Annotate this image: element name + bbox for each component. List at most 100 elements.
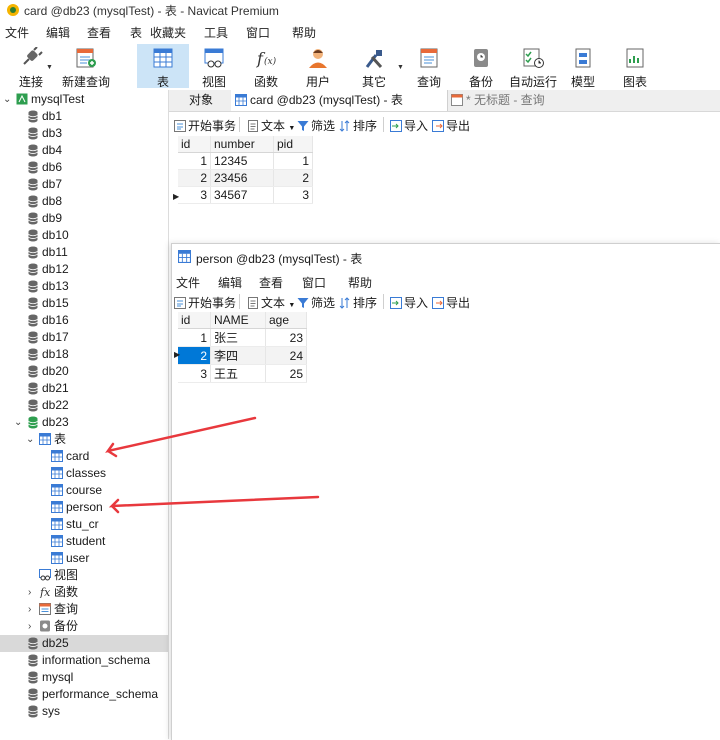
export-button[interactable]: 导出 <box>432 117 470 134</box>
table-row[interactable]: 3 34567 3 <box>178 186 313 204</box>
tree-db-db9[interactable]: db9 <box>0 210 168 227</box>
text-view-button[interactable]: 文本 ▼ <box>247 117 295 134</box>
tab-card-table[interactable]: card @db23 (mysqlTest) - 表 <box>231 90 448 111</box>
chart-button[interactable]: 图表 <box>612 44 658 89</box>
menu-favorites[interactable]: 收藏夹 <box>150 24 186 41</box>
expand-chevron-icon[interactable]: › <box>28 584 31 601</box>
collapse-chevron-icon[interactable]: ⌄ <box>14 414 22 431</box>
tree-db-information_schema[interactable]: information_schema <box>0 652 168 669</box>
tree-db-mysql[interactable]: mysql <box>0 669 168 686</box>
tree-db-db23[interactable]: ⌄ db23 <box>0 414 168 431</box>
begin-transaction-button[interactable]: 开始事务 <box>174 117 236 134</box>
column-header-age[interactable]: age <box>265 312 307 329</box>
menu-table[interactable]: 表 <box>130 24 142 41</box>
tree-db-db7[interactable]: db7 <box>0 176 168 193</box>
tree-db-db10[interactable]: db10 <box>0 227 168 244</box>
table-row[interactable]: 2 23456 2 <box>178 169 313 187</box>
table-cell[interactable]: 25 <box>265 364 307 383</box>
connect-dropdown-icon[interactable]: ▼ <box>46 64 53 71</box>
backup-button[interactable]: 备份 <box>458 44 504 89</box>
table-cell[interactable]: 23 <box>265 328 307 347</box>
tree-db-db8[interactable]: db8 <box>0 193 168 210</box>
collapse-chevron-icon[interactable]: ⌄ <box>3 91 11 108</box>
tree-views-folder[interactable]: 视图 <box>0 567 168 584</box>
column-header-id[interactable]: id <box>178 312 211 329</box>
tree-db-performance_schema[interactable]: performance_schema <box>0 686 168 703</box>
menu-window[interactable]: 窗口 <box>246 24 270 41</box>
collapse-chevron-icon[interactable]: ⌄ <box>26 431 34 448</box>
table-cell[interactable]: 24 <box>265 346 307 365</box>
user-button[interactable]: 用户 <box>295 44 341 89</box>
import-button[interactable]: 导入 <box>390 294 428 311</box>
tree-db-db17[interactable]: db17 <box>0 329 168 346</box>
table-cell[interactable]: 34567 <box>210 186 274 204</box>
new-query-button[interactable]: 新建查询 <box>60 44 112 89</box>
text-dropdown-icon[interactable]: ▼ <box>288 302 295 309</box>
table-cell[interactable]: 3 <box>178 186 211 204</box>
table-cell[interactable]: 2 <box>178 346 211 365</box>
menu-file[interactable]: 文件 <box>5 24 29 41</box>
view-button[interactable]: 视图 <box>191 44 237 89</box>
sort-button[interactable]: 排序 <box>339 117 377 134</box>
tree-db-db1[interactable]: db1 <box>0 108 168 125</box>
export-button[interactable]: 导出 <box>432 294 470 311</box>
table-row[interactable]: 1 张三 23 <box>178 328 307 347</box>
table-cell[interactable]: 2 <box>178 169 211 187</box>
table-cell[interactable]: 1 <box>178 152 211 170</box>
other-dropdown-icon[interactable]: ▼ <box>397 64 404 71</box>
table-cell[interactable]: 张三 <box>210 328 266 347</box>
other-button[interactable]: 其它 <box>351 44 397 89</box>
table-cell[interactable]: 1 <box>178 328 211 347</box>
tree-db-db25[interactable]: db25 <box>0 635 168 652</box>
filter-button[interactable]: 筛选 <box>297 294 335 311</box>
tree-tables-folder[interactable]: ⌄ 表 <box>0 431 168 448</box>
model-button[interactable]: 模型 <box>560 44 606 89</box>
begin-transaction-button[interactable]: 开始事务 <box>174 294 236 311</box>
column-header-pid[interactable]: pid <box>273 136 313 153</box>
table-row[interactable]: 1 12345 1 <box>178 152 313 170</box>
tree-db-db6[interactable]: db6 <box>0 159 168 176</box>
menu-edit[interactable]: 编辑 <box>46 24 70 41</box>
tree-db-db16[interactable]: db16 <box>0 312 168 329</box>
tree-table-stu_cr[interactable]: stu_cr <box>0 516 168 533</box>
tree-table-card[interactable]: card <box>0 448 168 465</box>
tree-table-classes[interactable]: classes <box>0 465 168 482</box>
tree-db-db13[interactable]: db13 <box>0 278 168 295</box>
tree-db-db15[interactable]: db15 <box>0 295 168 312</box>
query-button[interactable]: 查询 <box>406 44 452 89</box>
column-header-number[interactable]: number <box>210 136 274 153</box>
tree-backups-folder[interactable]: › 备份 <box>0 618 168 635</box>
tab-untitled-query[interactable]: * 无标题 - 查询 <box>451 90 641 111</box>
tree-table-user[interactable]: user <box>0 550 168 567</box>
tree-table-course[interactable]: course <box>0 482 168 499</box>
tree-db-db22[interactable]: db22 <box>0 397 168 414</box>
table-cell[interactable]: 2 <box>273 169 313 187</box>
table-cell[interactable]: 12345 <box>210 152 274 170</box>
tree-queries-folder[interactable]: › 查询 <box>0 601 168 618</box>
menu-view[interactable]: 查看 <box>259 274 283 291</box>
automation-button[interactable]: 自动运行 <box>508 44 558 89</box>
menu-file[interactable]: 文件 <box>176 274 200 291</box>
table-button[interactable]: 表 <box>137 44 189 89</box>
import-button[interactable]: 导入 <box>390 117 428 134</box>
expand-chevron-icon[interactable]: › <box>28 618 31 635</box>
text-dropdown-icon[interactable]: ▼ <box>288 125 295 132</box>
table-cell[interactable]: 李四 <box>210 346 266 365</box>
tree-db-db12[interactable]: db12 <box>0 261 168 278</box>
filter-button[interactable]: 筛选 <box>297 117 335 134</box>
menu-view[interactable]: 查看 <box>87 24 111 41</box>
table-row[interactable]: 3 王五 25 <box>178 364 307 383</box>
tree-connection-mysqltest[interactable]: ⌄ mysqlTest <box>0 91 168 108</box>
table-cell[interactable]: 3 <box>273 186 313 204</box>
tab-objects[interactable]: 对象 <box>189 90 213 111</box>
sort-button[interactable]: 排序 <box>339 294 377 311</box>
menu-edit[interactable]: 编辑 <box>218 274 242 291</box>
table-row[interactable]: 2 李四 24 <box>178 346 307 365</box>
tree-functions-folder[interactable]: › fx 函数 <box>0 584 168 601</box>
tree-db-db20[interactable]: db20 <box>0 363 168 380</box>
table-cell[interactable]: 3 <box>178 364 211 383</box>
expand-chevron-icon[interactable]: › <box>28 601 31 618</box>
table-cell[interactable]: 23456 <box>210 169 274 187</box>
tree-table-student[interactable]: student <box>0 533 168 550</box>
menu-tools[interactable]: 工具 <box>204 24 228 41</box>
